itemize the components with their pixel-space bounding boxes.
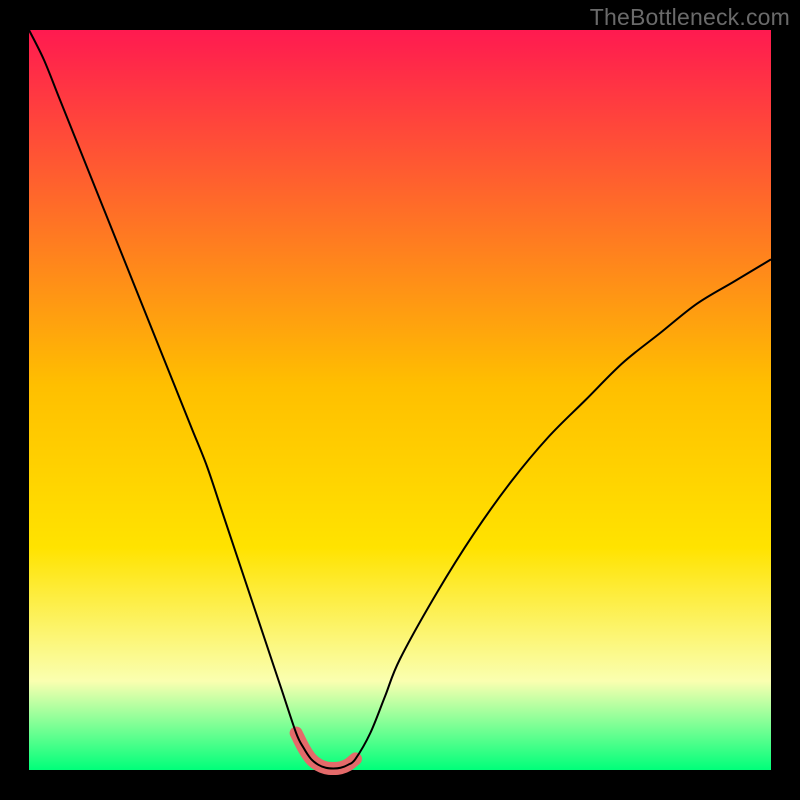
watermark-text: TheBottleneck.com: [590, 4, 790, 31]
bottleneck-chart: [0, 0, 800, 800]
chart-frame: TheBottleneck.com: [0, 0, 800, 800]
